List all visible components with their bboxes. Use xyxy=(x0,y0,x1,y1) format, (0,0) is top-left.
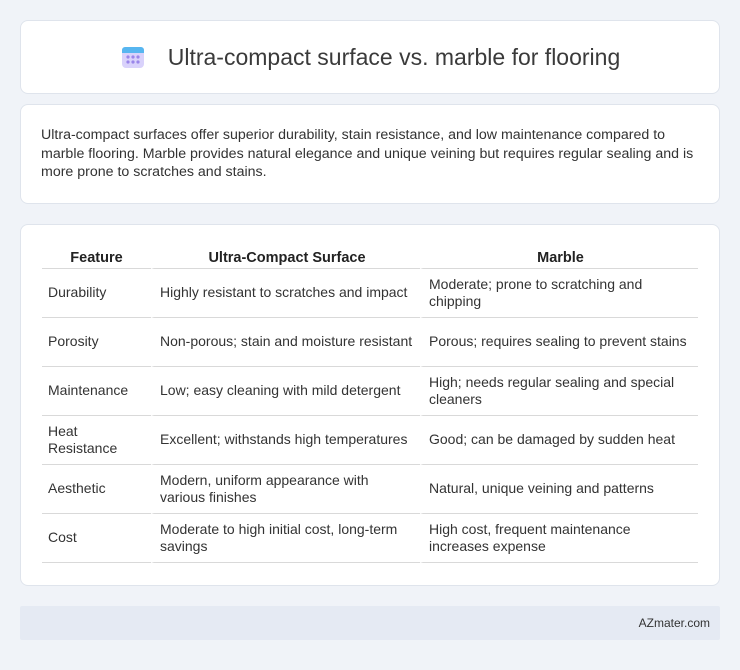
feature-cell: Maintenance xyxy=(42,367,151,416)
column-header-feature: Feature xyxy=(42,245,151,269)
ultra-compact-cell: Modern, uniform appearance with various … xyxy=(151,465,420,514)
ultra-compact-cell: Moderate to high initial cost, long-term… xyxy=(151,514,420,563)
table-header-row: Feature Ultra-Compact Surface Marble xyxy=(42,245,698,269)
table-row: Durability Highly resistant to scratches… xyxy=(42,269,698,318)
calendar-icon xyxy=(120,44,146,70)
feature-cell: Durability xyxy=(42,269,151,318)
feature-cell: Porosity xyxy=(42,318,151,367)
table-row: Aesthetic Modern, uniform appearance wit… xyxy=(42,465,698,514)
marble-cell: High cost, frequent maintenance increase… xyxy=(420,514,698,563)
ultra-compact-cell: Excellent; withstands high temperatures xyxy=(151,416,420,465)
ultra-compact-cell: Non-porous; stain and moisture resistant xyxy=(151,318,420,367)
ultra-compact-cell: Highly resistant to scratches and impact xyxy=(151,269,420,318)
feature-cell: Cost xyxy=(42,514,151,563)
marble-cell: Porous; requires sealing to prevent stai… xyxy=(420,318,698,367)
column-header-ultra-compact: Ultra-Compact Surface xyxy=(151,245,420,269)
marble-cell: Good; can be damaged by sudden heat xyxy=(420,416,698,465)
feature-cell: Aesthetic xyxy=(42,465,151,514)
page-title: Ultra-compact surface vs. marble for flo… xyxy=(167,43,621,70)
marble-cell: Moderate; prone to scratching and chippi… xyxy=(420,269,698,318)
comparison-table: Feature Ultra-Compact Surface Marble Dur… xyxy=(42,245,698,563)
table-row: Heat Resistance Excellent; withstands hi… xyxy=(42,416,698,465)
summary-card: Ultra-compact surfaces offer superior du… xyxy=(20,104,720,204)
footer: AZmater.com xyxy=(20,606,720,640)
ultra-compact-cell: Low; easy cleaning with mild detergent xyxy=(151,367,420,416)
summary-text: Ultra-compact surfaces offer superior du… xyxy=(41,127,694,180)
footer-brand[interactable]: AZmater.com xyxy=(639,616,710,630)
marble-cell: Natural, unique veining and patterns xyxy=(420,465,698,514)
feature-cell: Heat Resistance xyxy=(42,416,151,465)
table-row: Porosity Non-porous; stain and moisture … xyxy=(42,318,698,367)
title-card: Ultra-compact surface vs. marble for flo… xyxy=(20,20,720,94)
column-header-marble: Marble xyxy=(420,245,698,269)
comparison-table-card: Feature Ultra-Compact Surface Marble Dur… xyxy=(20,224,720,586)
table-row: Maintenance Low; easy cleaning with mild… xyxy=(42,367,698,416)
marble-cell: High; needs regular sealing and special … xyxy=(420,367,698,416)
table-row: Cost Moderate to high initial cost, long… xyxy=(42,514,698,563)
